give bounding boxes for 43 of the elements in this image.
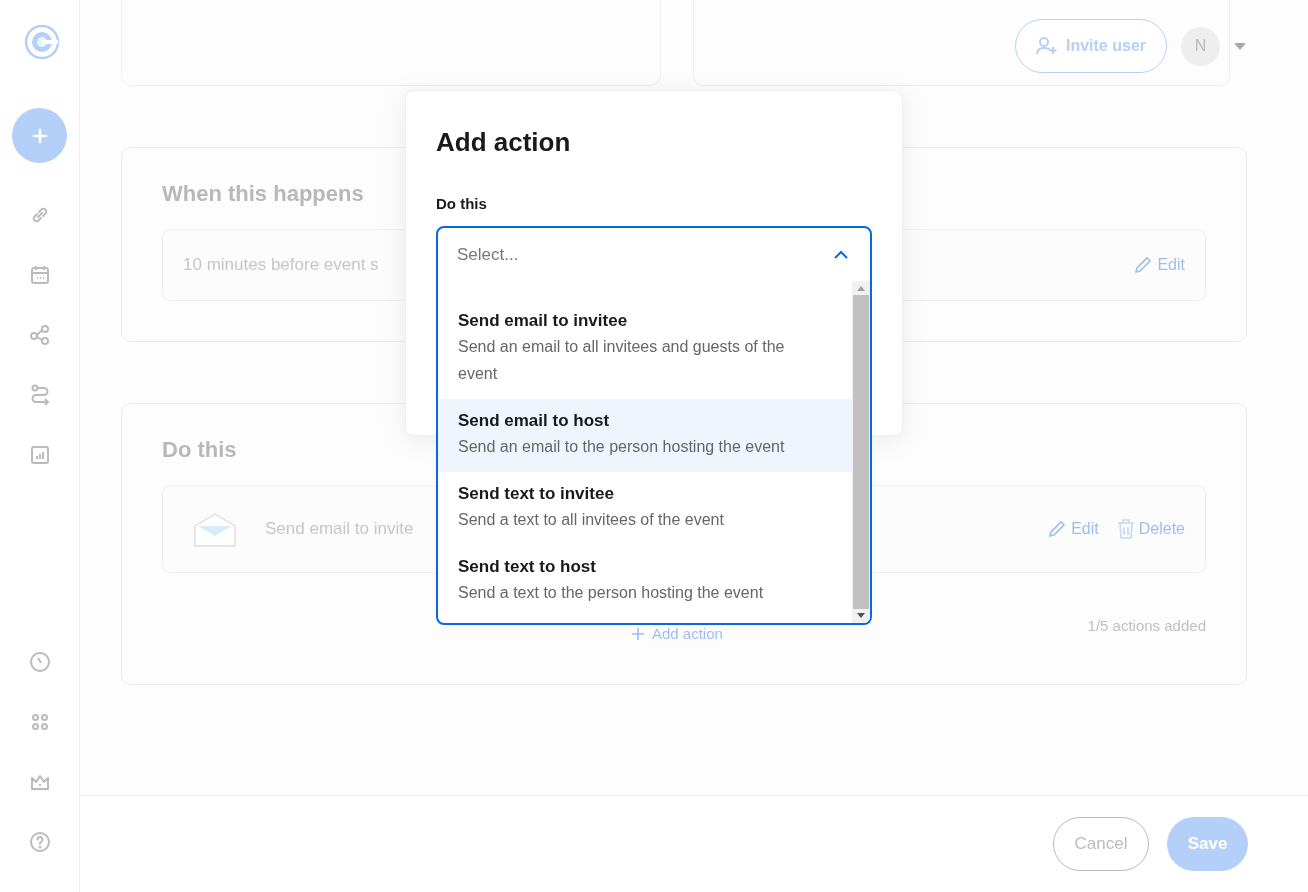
- delete-link[interactable]: Delete: [1116, 519, 1185, 539]
- scrollbar[interactable]: [852, 281, 870, 623]
- create-button[interactable]: [12, 108, 67, 163]
- pencil-icon: [1047, 519, 1068, 539]
- section-title: Do this: [162, 437, 237, 463]
- add-person-icon: [1035, 36, 1058, 56]
- plus-icon: [632, 627, 644, 640]
- action-select[interactable]: Select...: [436, 226, 872, 282]
- help-icon[interactable]: [27, 830, 52, 854]
- option-title: Send text to invitee: [458, 483, 615, 505]
- envelope-icon: [193, 510, 237, 548]
- dropdown-option[interactable]: Send email to host Send an email to the person hosting the event: [438, 399, 852, 472]
- scroll-up-arrow-icon[interactable]: [856, 285, 866, 291]
- chevron-icon: [834, 250, 848, 259]
- actions-count: 1/5 actions added: [1087, 617, 1206, 634]
- option-description: Send an email to all invitees and guests of the event: [458, 337, 786, 384]
- trash-icon: [1116, 519, 1135, 539]
- section-title: When this happens: [162, 181, 364, 207]
- logo-icon[interactable]: [23, 24, 60, 60]
- dropdown-option[interactable]: Send text to host Send a text to the person hosting the event: [438, 545, 852, 618]
- option-title: Send email to host: [458, 410, 611, 432]
- dropdown-option[interactable]: Send text to invitee Send a text to all invitees of the event: [438, 472, 852, 545]
- field-label: Do this: [436, 195, 488, 212]
- plus-icon: [30, 126, 49, 145]
- option-description: Send a text to all invitees of the event: [458, 510, 725, 530]
- pencil-icon: [1133, 255, 1154, 275]
- option-description: Send a text to the person hosting the event: [458, 583, 765, 603]
- edit-link[interactable]: Edit: [1047, 519, 1099, 539]
- option-title: Send text to host: [458, 556, 597, 578]
- invite-user-button[interactable]: Invite user: [1014, 19, 1167, 73]
- dialog-title: Add action: [436, 127, 572, 158]
- add-action-link[interactable]: Add action: [632, 625, 723, 642]
- dropdown-option[interactable]: Send email to invitee Send an email to all invitees and guests of the event: [438, 299, 852, 399]
- option-description: Send an email to the person hosting the event: [458, 437, 786, 457]
- clock-icon[interactable]: [27, 650, 52, 674]
- cancel-button[interactable]: Cancel: [1053, 817, 1149, 871]
- workflow-icon[interactable]: [27, 323, 52, 347]
- edit-link[interactable]: Edit: [1133, 255, 1185, 275]
- scroll-down-arrow-icon[interactable]: [856, 613, 866, 619]
- scrollbar-thumb[interactable]: [853, 295, 869, 609]
- caret-icon[interactable]: [1234, 42, 1246, 50]
- save-button[interactable]: Save: [1167, 817, 1248, 871]
- option-title: Send email to invitee: [458, 310, 629, 332]
